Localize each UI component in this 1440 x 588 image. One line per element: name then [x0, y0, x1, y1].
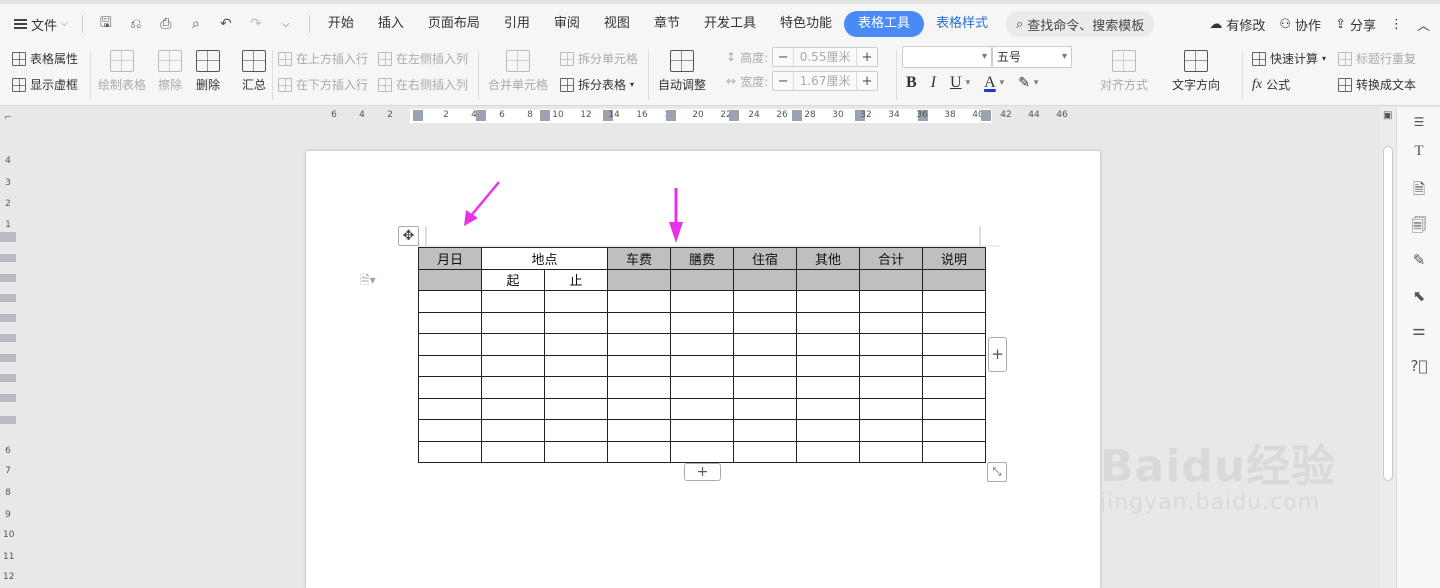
help-icon[interactable]: ?⃝: [1409, 357, 1429, 375]
adjust-sliders-icon[interactable]: ⚌: [1409, 321, 1429, 339]
right-side-panel: ☰ T 🗎 🗐 ✎ ⬉ ⚌ ?⃝: [1396, 107, 1440, 588]
scroll-top-icon[interactable]: ▣: [1383, 110, 1392, 121]
watermark-url: jingyan.baidu.com: [1100, 490, 1321, 515]
baidu-watermark: Baidu经验 jingyan.baidu.com: [1100, 430, 1336, 515]
select-pointer-icon[interactable]: ⬉: [1409, 287, 1429, 305]
annotation-arrow-left: [469, 181, 500, 218]
text-style-icon[interactable]: T: [1409, 143, 1429, 160]
annotation-arrowhead-left: [464, 210, 478, 226]
pen-edit-icon[interactable]: ✎: [1409, 251, 1429, 269]
document-settings-icon[interactable]: 🗐: [1409, 215, 1429, 240]
annotation-arrowhead-center: [669, 222, 683, 243]
watermark-brand: Baidu经验: [1100, 441, 1337, 492]
panel-menu-icon[interactable]: ☰: [1409, 115, 1429, 129]
document-save-icon[interactable]: 🗎: [1409, 179, 1429, 204]
vertical-scrollbar-thumb[interactable]: [1383, 146, 1393, 481]
